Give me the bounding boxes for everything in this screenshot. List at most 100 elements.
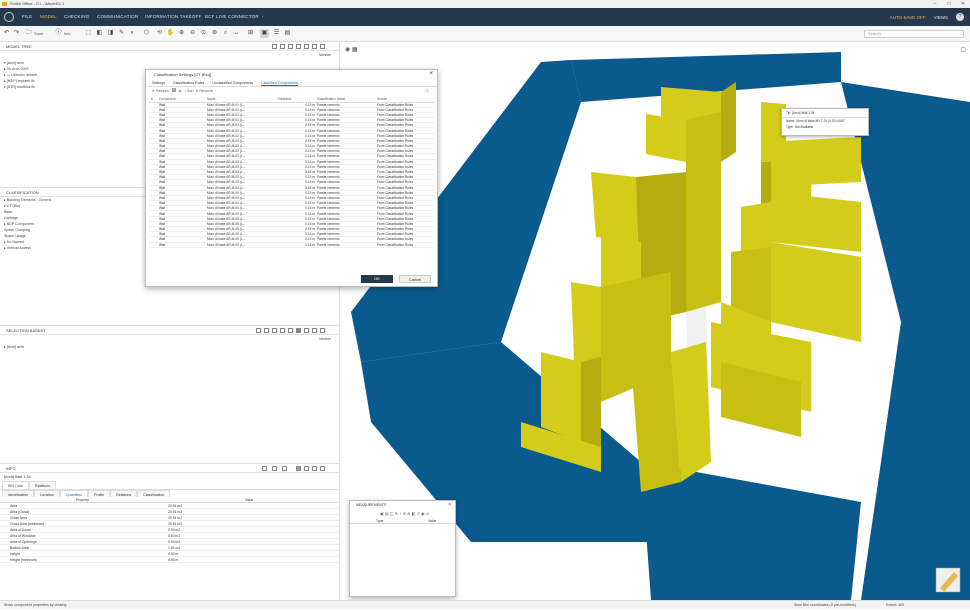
- section-icon[interactable]: ⊞: [246, 29, 255, 38]
- panel-option-icon[interactable]: [288, 44, 293, 49]
- zoom-icon[interactable]: ⊕: [177, 29, 186, 38]
- partition-wall[interactable]: [721, 82, 736, 162]
- filter-icon[interactable]: [171, 88, 176, 92]
- help-icon[interactable]: ?: [956, 13, 964, 21]
- menu-file[interactable]: FILE: [22, 14, 32, 19]
- partition-wall[interactable]: [541, 352, 581, 442]
- minimize-button[interactable]: –: [928, 0, 942, 8]
- tab-relations[interactable]: Relations: [28, 481, 56, 489]
- partition-wall[interactable]: [591, 172, 641, 242]
- save-label[interactable]: Save: [34, 31, 43, 36]
- slice-icon[interactable]: ▣: [260, 29, 269, 38]
- menu-information-takeoff[interactable]: INFORMATION TAKEOFF: [145, 14, 202, 19]
- redo-icon[interactable]: ↷: [12, 29, 21, 38]
- panel-option-icon[interactable]: [282, 466, 287, 471]
- subtab-profile[interactable]: Profile: [87, 490, 111, 497]
- panel-option-icon[interactable]: [288, 328, 293, 333]
- measure-icon[interactable]: ↔: [232, 29, 241, 38]
- property-row[interactable]: Height (minimum) 4.00 m: [0, 557, 339, 563]
- remove-button[interactable]: Remove: [199, 89, 212, 93]
- tab-classified-components[interactable]: Classified Components: [261, 79, 299, 86]
- partition-wall[interactable]: [581, 357, 601, 447]
- app-logo-icon[interactable]: [4, 12, 14, 22]
- tab-unclassified-components[interactable]: Unclassified Components: [212, 79, 253, 86]
- menu-communication[interactable]: COMMUNICATION: [97, 14, 138, 19]
- subtab-relations[interactable]: Relations: [110, 490, 138, 497]
- maximize-button[interactable]: □: [942, 0, 956, 8]
- panel-option-icon[interactable]: [312, 44, 317, 49]
- menu-more-chevron-icon[interactable]: ›: [262, 14, 264, 19]
- panel-option-icon[interactable]: [296, 466, 301, 471]
- panel-option-icon[interactable]: [296, 44, 301, 49]
- tab-settings[interactable]: Settings: [152, 79, 165, 86]
- panel-option-icon[interactable]: [320, 44, 325, 49]
- transparency-tool-icon[interactable]: ◐: [128, 29, 137, 38]
- zoom-fit-icon[interactable]: ⊙: [199, 29, 208, 38]
- tab-classification-rules[interactable]: Classification Rules: [173, 79, 204, 86]
- autosave-badge[interactable]: AUTO-SAVE OFF: [890, 15, 926, 20]
- zoom-window-icon[interactable]: ⊚: [210, 29, 219, 38]
- panel-option-icon[interactable]: [304, 44, 309, 49]
- cancel-button[interactable]: Cancel: [399, 275, 431, 283]
- search-tool-icon[interactable]: ⌕: [221, 29, 230, 38]
- refresh-button[interactable]: Refresh: [156, 89, 169, 93]
- table-row[interactable]: Wall Muro di base AR-M-05 (L... 0.15 m Pare…: [149, 242, 435, 248]
- subtab-identification[interactable]: Identification: [2, 490, 35, 497]
- subtab-quantities[interactable]: Quantities: [59, 490, 88, 497]
- panel-option-icon[interactable]: [320, 328, 325, 333]
- isolate-tool-icon[interactable]: ◨: [106, 29, 115, 38]
- layers-icon[interactable]: ☰: [272, 29, 281, 38]
- subtab-classification[interactable]: Classification: [137, 490, 171, 497]
- selection-basket-version[interactable]: Version: [0, 335, 339, 344]
- tab-bim-data[interactable]: BIM Data: [2, 481, 29, 489]
- panel-option-icon[interactable]: [262, 466, 267, 471]
- menu-bcf-live-connector[interactable]: BCF LIVE CONNECTOR: [205, 14, 259, 19]
- panel-option-icon[interactable]: [280, 328, 285, 333]
- paint-tool-icon[interactable]: ✎: [117, 29, 126, 38]
- undo-icon[interactable]: ↶: [2, 29, 11, 38]
- info-label[interactable]: Info: [64, 31, 71, 36]
- menu-views[interactable]: VIEWS: [933, 15, 948, 20]
- menu-model[interactable]: MODEL: [40, 14, 57, 19]
- close-window-button[interactable]: ✕: [956, 0, 970, 8]
- navigation-cube-icon[interactable]: [934, 566, 962, 594]
- panel-option-icon[interactable]: [304, 328, 309, 333]
- panel-option-icon[interactable]: [256, 328, 261, 333]
- sort-icon[interactable]: ↕: [184, 89, 186, 93]
- cube-view-icon[interactable]: ⬡: [142, 29, 151, 38]
- zoom-out-icon[interactable]: ⊖: [188, 29, 197, 38]
- presentation-icon[interactable]: ▤: [283, 29, 292, 38]
- panel-option-icon[interactable]: [280, 44, 285, 49]
- remove-icon[interactable]: ✕: [196, 89, 199, 93]
- measurements-close-icon[interactable]: ×: [448, 501, 451, 510]
- panel-option-icon[interactable]: [272, 44, 277, 49]
- panel-option-icon[interactable]: [304, 466, 309, 471]
- subtab-location[interactable]: Location: [34, 490, 60, 497]
- viewport-options-icon[interactable]: ◉ ▦: [345, 46, 358, 53]
- partition-wall[interactable]: [771, 192, 861, 252]
- ok-button[interactable]: OK: [361, 275, 393, 283]
- partition-wall[interactable]: [686, 112, 721, 312]
- panel-option-icon[interactable]: [320, 466, 325, 471]
- model-tree-version[interactable]: Version: [0, 51, 339, 60]
- search-input[interactable]: Search: [864, 30, 964, 38]
- panel-option-icon[interactable]: [272, 328, 277, 333]
- orbit-icon[interactable]: ⟲: [155, 29, 164, 38]
- copy-icon[interactable]: ⧉: [179, 89, 182, 93]
- panel-option-icon[interactable]: [312, 466, 317, 471]
- help-circle-icon[interactable]: ⓘ: [425, 87, 429, 96]
- panel-option-icon[interactable]: [296, 328, 301, 333]
- sort-button[interactable]: Sort: [187, 89, 194, 93]
- partition-wall[interactable]: [646, 114, 686, 162]
- walk-icon[interactable]: ✋: [166, 29, 175, 38]
- refresh-icon[interactable]: ⟳: [152, 89, 155, 93]
- info-icon[interactable]: ⓘ: [54, 29, 63, 38]
- viewport-maximize-icon[interactable]: ▢: [960, 46, 966, 53]
- panel-option-icon[interactable]: [272, 466, 277, 471]
- save-icon[interactable]: 🗀: [24, 29, 33, 38]
- basket-item[interactable]: ▸ [Arch] arch: [4, 344, 339, 350]
- panel-option-icon[interactable]: [264, 328, 269, 333]
- hide-tool-icon[interactable]: ◧: [95, 29, 104, 38]
- dialog-close-icon[interactable]: ×: [429, 70, 433, 79]
- select-tool-icon[interactable]: ⬚: [84, 29, 93, 38]
